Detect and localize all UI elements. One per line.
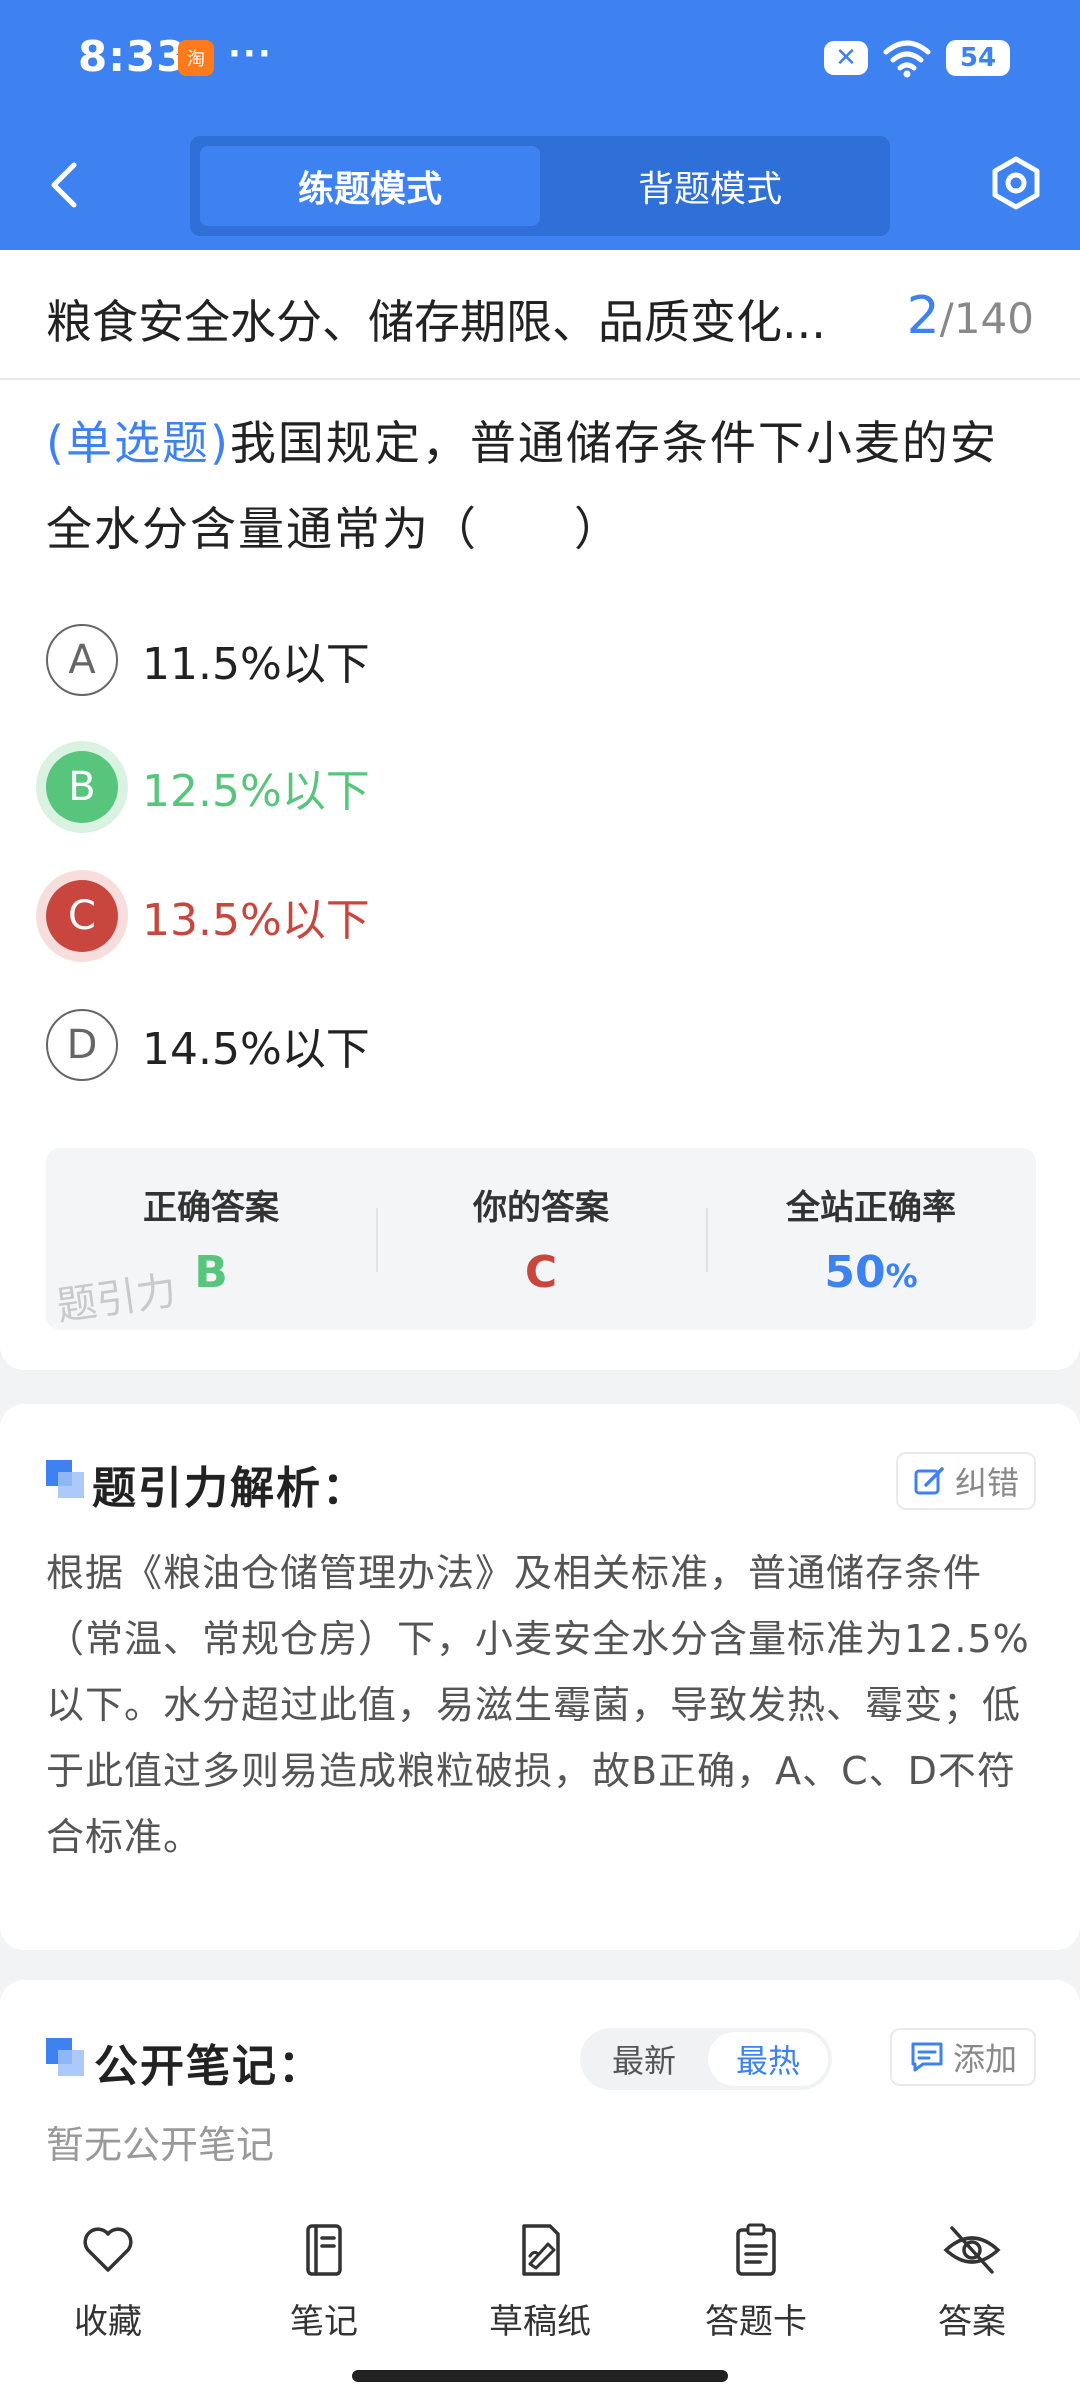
nav-answer-toggle[interactable]: 答案 [882, 2220, 1062, 2343]
accuracy-rate-block: 全站正确率 50% [706, 1148, 1036, 1330]
nav-label: 答案 [938, 2302, 1006, 2342]
analysis-card: 题引力解析： 纠错 根据《粮油仓储管理办法》及相关标准，普通储存条件（常温、常规… [0, 1404, 1080, 1950]
heart-icon [83, 2227, 133, 2272]
correct-answer-label: 正确答案 [143, 1188, 279, 1228]
notes-sort-switch: 最新 最热 [580, 2028, 832, 2090]
question-header: 粮食安全水分、储存期限、品质变化... 2/140 [0, 250, 1080, 380]
nav-label: 答题卡 [705, 2302, 807, 2342]
option-a[interactable]: A 11.5%以下 [46, 620, 946, 700]
your-answer-block: 你的答案 C [376, 1148, 706, 1330]
option-text: 13.5%以下 [142, 895, 370, 946]
nav-label: 收藏 [74, 2302, 142, 2342]
answer-summary: 正确答案 B 你的答案 C 全站正确率 50% 题引力 [46, 1148, 1036, 1330]
analysis-title: 题引力解析： [92, 1463, 368, 1514]
nav-draft-paper[interactable]: 草稿纸 [450, 2220, 630, 2343]
settings-gear-icon[interactable] [988, 155, 1044, 211]
sort-hottest-button[interactable]: 最热 [708, 2032, 828, 2086]
status-icons: ✕ 54 [824, 38, 1010, 78]
question-stem: (单选题)我国规定，普通储存条件下小麦的安全水分含量通常为（ ） [46, 400, 1036, 572]
notebook-icon [306, 2224, 342, 2276]
comment-icon [911, 2042, 943, 2072]
option-c[interactable]: C 13.5%以下 [46, 876, 946, 956]
nav-label: 草稿纸 [489, 2302, 591, 2342]
option-letter: B [46, 751, 118, 823]
nav-notes[interactable]: 笔记 [234, 2220, 414, 2343]
nav-favorite[interactable]: 收藏 [18, 2220, 198, 2343]
option-text: 12.5%以下 [142, 766, 370, 817]
question-type-label: (单选题) [46, 416, 230, 470]
your-answer-label: 你的答案 [473, 1188, 609, 1228]
sort-newest-button[interactable]: 最新 [584, 2032, 704, 2086]
tab-recite-mode[interactable]: 背题模式 [540, 146, 880, 226]
option-b[interactable]: B 12.5%以下 [46, 747, 946, 827]
nav-label: 笔记 [290, 2302, 358, 2342]
section-squares-icon [46, 1460, 84, 1498]
option-text: 11.5%以下 [142, 639, 370, 690]
empty-notes-text: 暂无公开笔记 [46, 2123, 275, 2167]
current-question-number: 2 [906, 286, 940, 346]
public-notes-card: 公开笔记： 最新 最热 添加 暂无公开笔记 [0, 1980, 1080, 2220]
your-answer-value: C [524, 1247, 558, 1298]
muted-icon: ✕ [824, 41, 868, 75]
option-text: 14.5%以下 [142, 1024, 370, 1075]
more-notifications-icon: ··· [228, 34, 273, 74]
add-note-button[interactable]: 添加 [890, 2028, 1036, 2086]
status-time: 8:33 [78, 32, 187, 81]
report-error-label: 纠错 [954, 1464, 1019, 1502]
mode-switch: 练题模式 背题模式 [190, 136, 890, 236]
app-header: 8:33 淘 ··· ✕ 54 练题模式 背题模式 [0, 0, 1080, 250]
edit-icon [914, 1467, 944, 1495]
eye-off-icon [943, 2226, 1001, 2274]
chapter-title: 粮食安全水分、储存期限、品质变化... [46, 295, 826, 349]
option-letter: D [46, 1009, 118, 1081]
wifi-icon [883, 40, 931, 78]
section-squares-icon [46, 2038, 84, 2076]
battery-icon: 54 [946, 40, 1010, 76]
add-note-label: 添加 [952, 2040, 1017, 2078]
report-error-button[interactable]: 纠错 [896, 1452, 1036, 1510]
question-progress: 2/140 [907, 286, 1034, 346]
accuracy-rate-value: 50% [824, 1247, 918, 1298]
option-d[interactable]: D 14.5%以下 [46, 1005, 946, 1085]
home-indicator[interactable] [352, 2370, 728, 2382]
total-questions: /140 [939, 294, 1034, 343]
analysis-text: 根据《粮油仓储管理办法》及相关标准，普通储存条件（常温、常规仓房）下，小麦安全水… [46, 1551, 1030, 1859]
nav-answer-sheet[interactable]: 答题卡 [666, 2220, 846, 2343]
question-card: 粮食安全水分、储存期限、品质变化... 2/140 (单选题)我国规定，普通储存… [0, 250, 1080, 1370]
option-letter: C [46, 880, 118, 952]
accuracy-rate-label: 全站正确率 [786, 1188, 956, 1228]
back-arrow-icon[interactable] [40, 155, 90, 215]
notes-title: 公开笔记： [94, 2041, 324, 2092]
answer-sheet-icon [736, 2223, 776, 2276]
draft-paper-icon [522, 2224, 560, 2276]
status-bar: 8:33 淘 ··· ✕ 54 [0, 0, 1080, 118]
taobao-app-icon: 淘 [178, 40, 214, 76]
option-letter: A [46, 624, 118, 696]
tab-practice-mode[interactable]: 练题模式 [200, 146, 540, 226]
